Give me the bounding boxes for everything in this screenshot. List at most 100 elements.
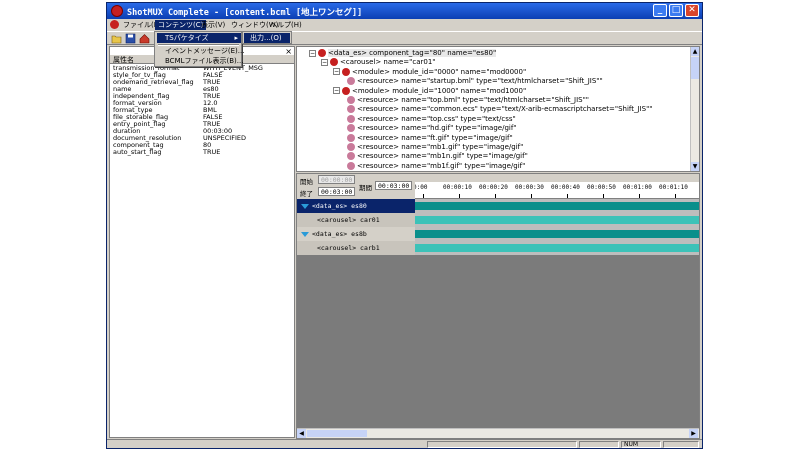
end-label: 終了 <box>300 190 313 198</box>
timeline-panel: 開始 00:00:00 終了 00:03:00 期間 00:03:00 0:00… <box>296 173 700 439</box>
track-duration-bar[interactable] <box>415 216 699 224</box>
track-lane <box>415 227 699 241</box>
scroll-thumb[interactable] <box>307 430 367 437</box>
tree-node-label: <module> module_id="0000" name="mod0000" <box>352 67 527 76</box>
track-duration-bar[interactable] <box>415 230 699 238</box>
minimize-button[interactable]: _ <box>653 4 667 17</box>
ruler-tick <box>531 194 532 198</box>
property-value: TRUE <box>203 148 221 156</box>
tree-node-label: <resource> name="mb1f.gif" type="image/g… <box>357 161 526 170</box>
expand-triangle-icon[interactable] <box>301 203 309 209</box>
collapse-toggle-icon[interactable]: − <box>333 87 340 95</box>
collapse-toggle-icon[interactable]: − <box>309 49 316 57</box>
resource-icon <box>347 161 355 170</box>
tree-node-label: <carousel> name="car01" <box>340 58 436 67</box>
status-bar: NUM <box>107 439 702 448</box>
menu-item-event-message[interactable]: イベントメッセージ(E)... <box>157 46 244 56</box>
status-cell <box>663 441 699 448</box>
start-time-field[interactable]: 00:00:00 <box>318 175 356 184</box>
menu-item-bcml-view[interactable]: BCMLファイル表示(B)... <box>157 56 243 66</box>
ruler-tick <box>459 194 460 198</box>
num-lock-indicator: NUM <box>621 441 661 448</box>
track-label[interactable]: <carousel> carb1 <box>297 241 415 255</box>
module-icon <box>342 67 350 76</box>
ts-packetize-submenu: 出力...(O) <box>242 31 292 44</box>
period-label: 期間 <box>359 184 372 192</box>
track-label-text: <data_es> es80 <box>312 202 367 210</box>
track-label[interactable]: <data_es> es80 <box>297 199 415 213</box>
carousel-icon <box>330 58 338 67</box>
window-title: ShotMUX Complete - [content.bcml [地上ワンセグ… <box>127 8 363 18</box>
track-label-text: <carousel> carb1 <box>317 244 380 252</box>
resource-icon <box>347 124 355 133</box>
close-button[interactable]: ✕ <box>685 4 699 17</box>
menu-item-ts-packetize-label: TSパケタイズ <box>165 34 209 42</box>
tree-node-label: <resource> name="ft.gif" type="image/gif… <box>357 133 513 142</box>
property-name: auto_start_flag <box>113 148 162 156</box>
start-label: 開始 <box>300 178 313 186</box>
collapse-toggle-icon[interactable]: − <box>333 68 340 76</box>
track-label-text: <carousel> car01 <box>317 216 380 224</box>
track-duration-bar[interactable] <box>415 202 699 210</box>
menu-item-ts-packetize[interactable]: TSパケタイズ ▸ <box>157 33 241 43</box>
resource-icon <box>347 105 355 114</box>
menu-view[interactable]: 表示(V) <box>198 20 228 30</box>
bcml-tree-view: − <data_es> component_tag="80" name="es80… <box>296 46 700 172</box>
status-cell <box>427 441 577 448</box>
resource-icon <box>347 114 355 123</box>
ruler-tick <box>495 194 496 198</box>
period-field[interactable]: 00:03:00 <box>375 181 413 190</box>
open-folder-icon[interactable] <box>111 33 122 44</box>
app-window: ShotMUX Complete - [content.bcml [地上ワンセグ… <box>106 2 703 449</box>
collapse-toggle-icon[interactable]: − <box>321 58 328 66</box>
home-icon[interactable] <box>139 33 150 44</box>
ruler-tick-label: 00:00:30 <box>515 184 544 191</box>
track-lane <box>415 199 699 213</box>
tree-node-label: <resource> name="top.css" type="text/css… <box>357 114 516 123</box>
resource-icon <box>347 171 355 172</box>
resource-icon <box>347 143 355 151</box>
property-row[interactable]: ondemand_retrieval_flag TRUE <box>110 79 294 86</box>
save-icon[interactable] <box>125 33 136 44</box>
tree-vertical-scrollbar[interactable]: ▲ ▼ <box>690 47 699 171</box>
ruler-tick-label: 00:01:10 <box>659 184 688 191</box>
property-row[interactable]: auto_start_flag TRUE <box>110 149 294 156</box>
resource-icon <box>347 133 355 142</box>
resource-icon <box>347 152 355 161</box>
timeline-horizontal-scrollbar[interactable]: ◀ ▶ <box>297 428 699 438</box>
expand-triangle-icon[interactable] <box>301 231 309 237</box>
track-lane <box>415 241 699 255</box>
track-label[interactable]: <carousel> car01 <box>297 213 415 227</box>
scroll-thumb[interactable] <box>691 57 699 79</box>
status-cell <box>579 441 619 448</box>
scroll-right-icon[interactable]: ▶ <box>689 429 698 438</box>
track-duration-bar[interactable] <box>415 244 699 252</box>
submenu-arrow-icon: ▸ <box>234 34 238 42</box>
menu-bar: ファイル(F) コンテンツ(C) 表示(V) ウィンドウ(W) ヘルプ(H) <box>107 19 702 31</box>
scroll-up-icon[interactable]: ▲ <box>691 47 699 56</box>
tree-node[interactable]: <resource> name="mb2.gif" type="image/gi… <box>347 170 523 172</box>
app-logo-icon <box>111 5 123 17</box>
title-bar[interactable]: ShotMUX Complete - [content.bcml [地上ワンセグ… <box>107 3 702 19</box>
track-lane <box>415 213 699 227</box>
ruler-tick <box>567 194 568 198</box>
resource-icon <box>347 96 355 104</box>
ruler-tick <box>603 194 604 198</box>
menu-help[interactable]: ヘルプ(H) <box>267 20 305 30</box>
scroll-down-icon[interactable]: ▼ <box>691 162 699 171</box>
menu-item-output[interactable]: 出力...(O) <box>244 33 290 43</box>
tree-node-label: <resource> name="top.bml" type="text/htm… <box>357 96 590 104</box>
scroll-left-icon[interactable]: ◀ <box>297 429 306 438</box>
ruler-tick-label: 00:00:40 <box>551 184 580 191</box>
time-ruler[interactable]: 0:00 00:00:10 00:00:20 00:00:30 00:00:40 00:0… <box>415 182 699 199</box>
tree-node-label: <data_es> component_tag="80" name="es80" <box>328 49 497 57</box>
ruler-tick-label: 00:00:50 <box>587 184 616 191</box>
end-time-field[interactable]: 00:03:00 <box>318 187 356 196</box>
ruler-tick-label: 0:00 <box>415 184 428 191</box>
ruler-tick <box>675 194 676 198</box>
menu-logo-icon[interactable] <box>110 20 119 29</box>
tree-node-label: <resource> name="common.ecs" type="text/… <box>357 105 653 114</box>
track-label[interactable]: <data_es> es8b <box>297 227 415 241</box>
ruler-tick <box>639 194 640 198</box>
maximize-button[interactable]: □ <box>669 4 683 17</box>
